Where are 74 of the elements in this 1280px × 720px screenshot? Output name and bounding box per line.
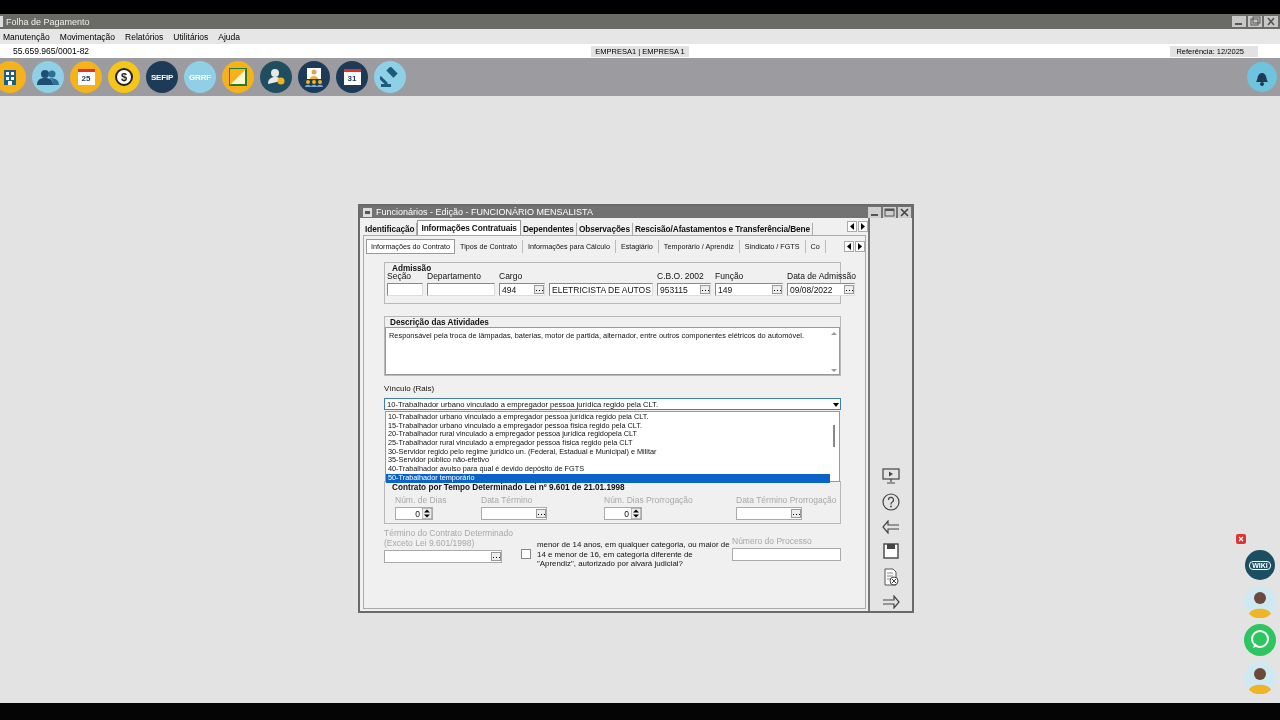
field-label: Função xyxy=(715,271,745,281)
lookup-button[interactable] xyxy=(844,285,854,294)
bell-icon[interactable] xyxy=(1247,62,1277,92)
scroll-left-button[interactable] xyxy=(847,221,857,232)
scroll-right-button[interactable] xyxy=(858,221,868,232)
menu-item[interactable]: Relatórios xyxy=(120,31,169,42)
monitor-button[interactable] xyxy=(882,468,900,484)
calendar-button[interactable]: 25 xyxy=(70,61,102,93)
document-close-button[interactable] xyxy=(883,568,899,586)
gavel-button[interactable] xyxy=(374,61,406,93)
meeting-icon xyxy=(304,67,324,87)
help-button[interactable] xyxy=(882,493,900,511)
input-field[interactable]: 09/08/2022 xyxy=(787,283,855,296)
input-field[interactable]: 149 xyxy=(715,283,783,296)
restore-button[interactable] xyxy=(1248,16,1262,27)
building-icon xyxy=(3,69,17,85)
lookup-button[interactable] xyxy=(534,285,544,294)
users-icon xyxy=(37,69,59,85)
menu-item[interactable]: Manutenção xyxy=(0,31,55,42)
field-label: Número do Processo xyxy=(732,536,813,546)
field-label: Data de Admissão xyxy=(787,271,856,281)
close-button[interactable] xyxy=(1236,534,1246,544)
field-label: Núm. Dias Prorrogação xyxy=(604,495,694,505)
close-button[interactable] xyxy=(1264,16,1278,27)
minimize-button[interactable] xyxy=(1232,16,1246,27)
avatar-icon[interactable] xyxy=(1244,662,1276,694)
gavel-icon xyxy=(380,67,400,87)
app-icon xyxy=(0,16,3,27)
input-field[interactable]: 953115 xyxy=(657,283,711,296)
payroll-button[interactable] xyxy=(260,61,292,93)
field-label: Núm. de Dias xyxy=(395,495,448,505)
coin-button[interactable]: $ xyxy=(108,61,140,93)
input-field[interactable] xyxy=(427,283,495,296)
building-button[interactable] xyxy=(0,61,26,93)
document-icon xyxy=(229,68,247,86)
input-field[interactable]: 494 xyxy=(499,283,545,296)
scroll-right-button[interactable] xyxy=(855,240,865,252)
person-coins-icon xyxy=(267,68,285,86)
checkbox[interactable] xyxy=(521,549,531,560)
menu-item[interactable]: Utilitários xyxy=(168,31,214,42)
minimize-button[interactable] xyxy=(868,206,881,218)
field-label: Vínculo (Rais) xyxy=(384,384,436,393)
field-label: Departamento xyxy=(427,271,482,281)
section-title: Descrição das Atividades xyxy=(389,318,490,327)
input-field[interactable] xyxy=(387,283,423,296)
menu-item[interactable]: Ajuda xyxy=(213,31,246,42)
close-button[interactable] xyxy=(898,206,911,218)
section-title: Admissão xyxy=(391,264,433,273)
section-title: Contrato por Tempo Determinado Lei nº 9.601 de 21.01.1998 xyxy=(391,483,626,492)
document-button[interactable] xyxy=(222,61,254,93)
input-field[interactable]: ELETRICISTA DE AUTOS xyxy=(549,283,653,296)
avatar-icon[interactable] xyxy=(1244,586,1276,618)
menu-item[interactable]: Movimentação xyxy=(54,31,121,42)
meeting-button[interactable] xyxy=(298,61,330,93)
field-label: Seção xyxy=(387,271,412,281)
field-label: Término do Contrato Determinado (Exceto Lei 9.601/1998) xyxy=(384,528,514,548)
lookup-button[interactable] xyxy=(700,285,710,294)
app-icon xyxy=(363,207,372,217)
field-label: Cargo xyxy=(499,271,524,281)
window-title: Funcionários - Edição - FUNCIONÁRIO MENSALISTA xyxy=(376,207,593,217)
field-label: Data Término xyxy=(481,495,534,505)
field-label: Data Término Prorrogação xyxy=(736,495,837,505)
tab[interactable]: Informações Contratuais xyxy=(417,220,521,235)
maximize-button[interactable] xyxy=(883,206,896,218)
scroll-left-button[interactable] xyxy=(844,240,854,252)
calendar-button[interactable]: 31 xyxy=(336,61,368,93)
company-id: 55.659.965/0001-82 xyxy=(12,46,91,56)
users-button[interactable] xyxy=(32,61,64,93)
app-title: Folha de Pagamento xyxy=(6,16,90,27)
field-label: C.B.O. 2002 xyxy=(657,271,705,281)
lookup-button[interactable] xyxy=(772,285,782,294)
shortcut-button[interactable]: SEFIP xyxy=(146,61,178,93)
scrollbar xyxy=(831,331,837,373)
save-button[interactable] xyxy=(883,543,899,559)
